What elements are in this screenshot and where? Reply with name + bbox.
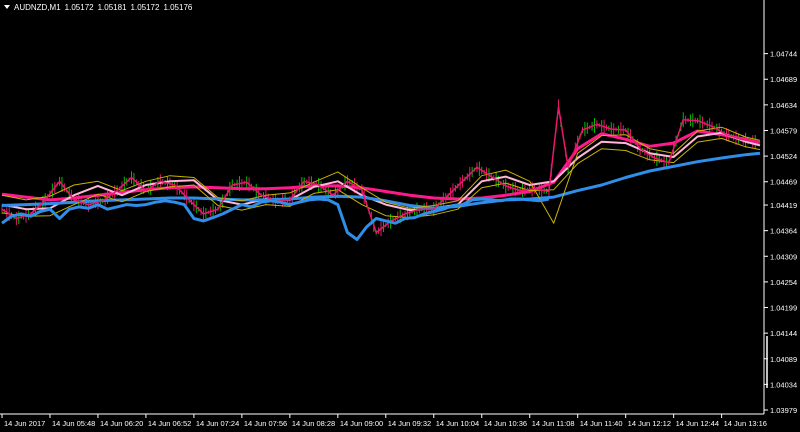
price-axis-ticks: 1.04744 1.04689 1.04634 1.04579 1.04524 1.044… [764,50,797,415]
price-tick-label: 1.04524 [770,152,797,161]
time-tick-label: 14 Jun 2017 [4,419,45,428]
time-tick-label: 14 Jun 11:40 [580,419,623,428]
price-tick-label: 1.04364 [770,227,797,236]
time-tick-label: 14 Jun 12:12 [628,419,671,428]
indicator-lines-layer [1,105,761,241]
price-tick-label: 1.04089 [770,355,797,364]
time-tick-label: 14 Jun 09:32 [388,419,431,428]
series-line-0 [1,129,761,202]
time-tick-label: 14 Jun 10:04 [436,419,479,428]
chart-window[interactable]: AUDNZD,M1 1.05172 1.05181 1.05172 1.05176 1.… [0,0,800,432]
series-line-3 [1,126,761,224]
time-tick-label: 14 Jun 07:56 [244,419,287,428]
time-tick-label: 14 Jun 11:08 [532,419,575,428]
price-tick-label: 1.04689 [770,75,797,84]
price-tick-label: 1.04144 [770,329,797,338]
price-tick-label: 1.04469 [770,178,797,187]
price-tick-label: 1.04744 [770,50,797,59]
time-tick-label: 14 Jun 06:52 [148,419,191,428]
price-tick-label: 1.04634 [770,101,797,110]
time-tick-label: 14 Jun 07:24 [196,419,239,428]
price-chart[interactable]: 1.04744 1.04689 1.04634 1.04579 1.04524 1.044… [0,0,800,432]
price-tick-label: 1.03979 [770,406,797,415]
price-tick-label: 1.04254 [770,278,797,287]
candles-layer [1,99,759,237]
price-tick-label: 1.04419 [770,201,797,210]
time-tick-label: 14 Jun 10:36 [484,419,527,428]
time-tick-label: 14 Jun 13:16 [724,419,767,428]
price-tick-label: 1.04034 [770,380,797,389]
time-tick-label: 14 Jun 06:20 [100,419,143,428]
price-tick-label: 1.04309 [770,252,797,261]
price-tick-label: 1.04579 [770,126,797,135]
time-tick-label: 14 Jun 08:28 [292,419,335,428]
price-tick-label: 1.04199 [770,304,797,313]
time-tick-label: 14 Jun 09:00 [340,419,383,428]
time-tick-label: 14 Jun 05:48 [52,419,95,428]
time-axis-ticks: 14 Jun 2017 14 Jun 05:48 14 Jun 06:20 14 Ju… [1,414,767,428]
time-tick-label: 14 Jun 12:44 [676,419,719,428]
